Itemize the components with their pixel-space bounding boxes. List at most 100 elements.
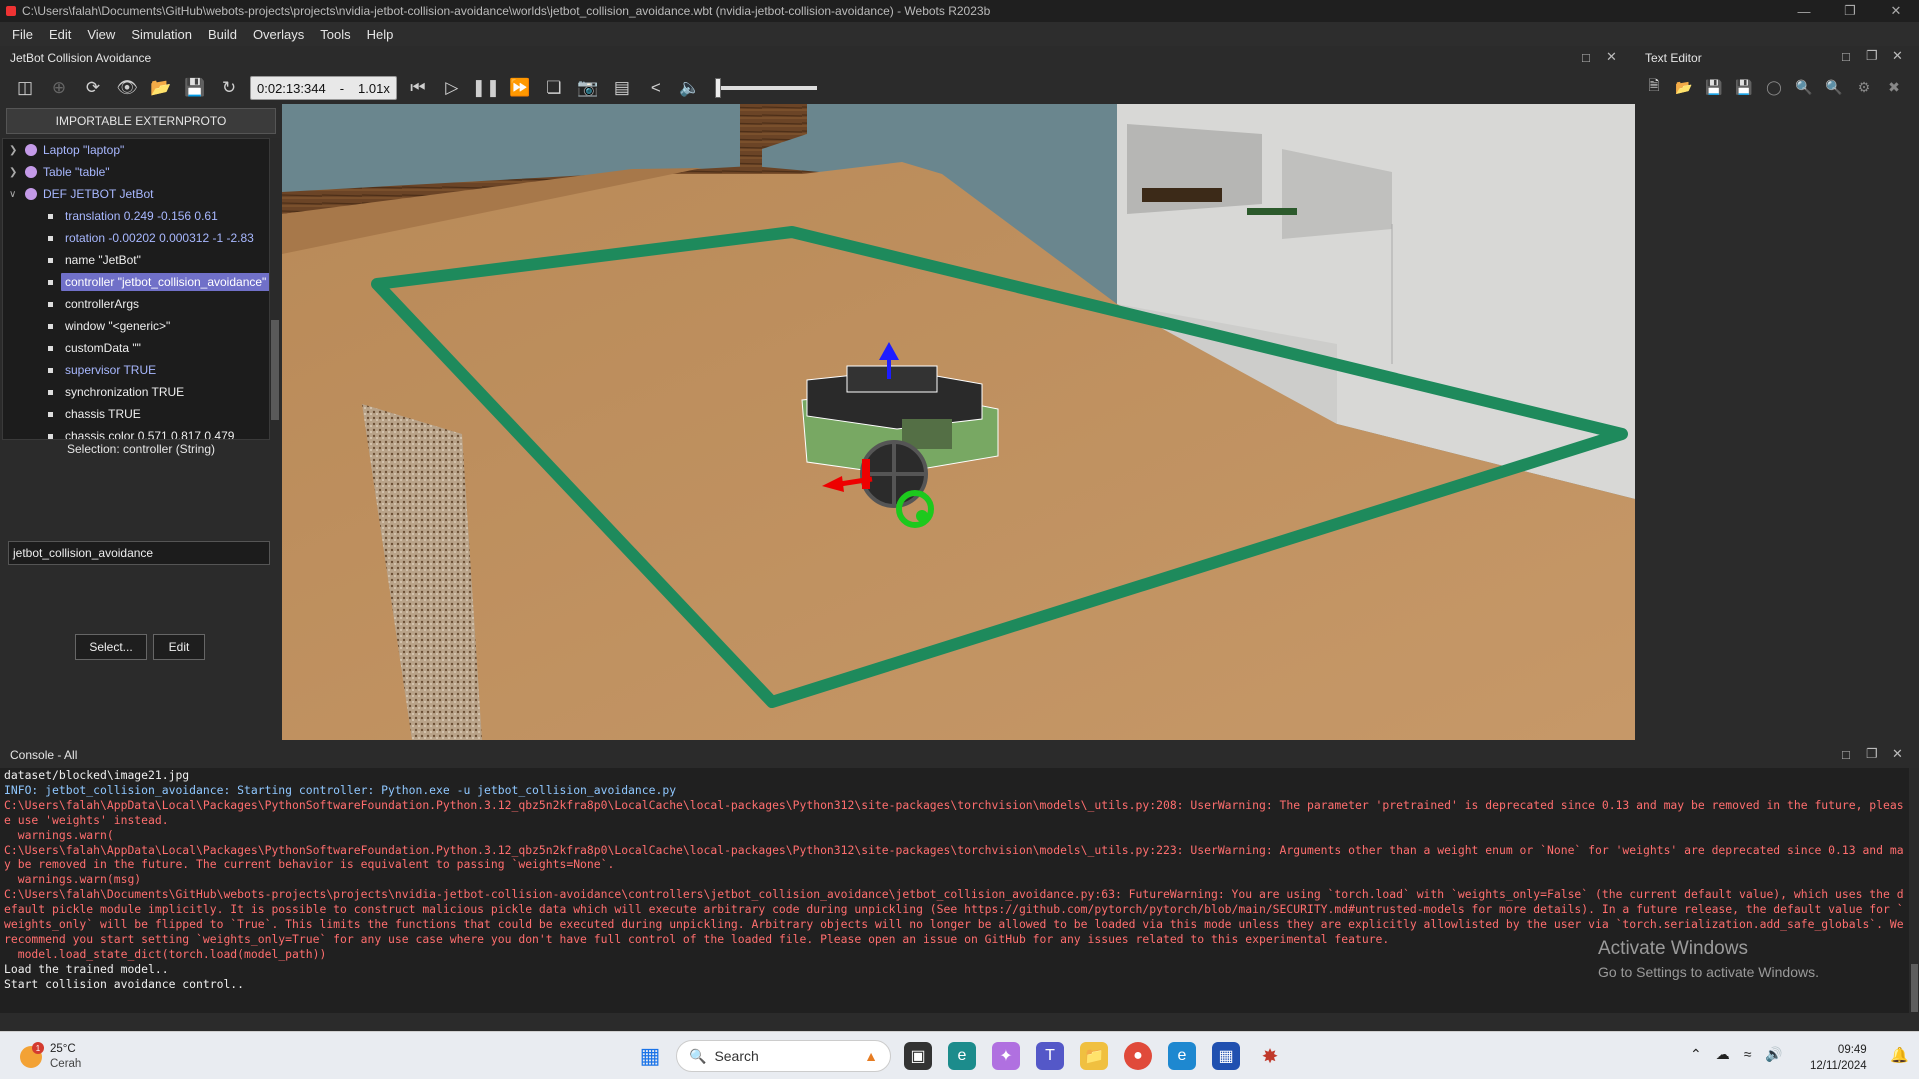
menu-edit[interactable]: Edit [41,27,79,42]
open-world-icon[interactable]: 📂 [144,74,178,102]
tree-field-translation[interactable]: translation 0.249 -0.156 0.61 [3,205,218,227]
task-view-icon[interactable]: ▣ [904,1042,932,1070]
restore-panel-icon[interactable]: ❐ [1866,48,1878,64]
collapse-arrow-icon[interactable]: ∨ [9,189,21,200]
maximize-button[interactable]: ❐ [1827,0,1873,22]
reload-world-icon[interactable]: ↻ [212,74,246,102]
teams-icon[interactable]: T [1036,1042,1064,1070]
console-scrollbar[interactable] [1910,768,1919,1013]
store-icon[interactable]: ▦ [1212,1042,1240,1070]
tree-field-customdata[interactable]: customData "" [3,337,141,359]
share-icon[interactable]: < [639,74,673,102]
tree-field-supervisor[interactable]: supervisor TRUE [3,359,156,381]
new-file-icon[interactable]: 🗎 [1640,74,1668,100]
show-hidden-icons-icon[interactable]: ⌃ [1690,1046,1702,1063]
edge-icon[interactable]: e [1168,1042,1196,1070]
chrome-icon[interactable]: ● [1124,1042,1152,1070]
mute-speaker-icon[interactable]: 🔈 [673,74,707,102]
tree-field-window[interactable]: window "<generic>" [3,315,170,337]
record-movie-icon[interactable]: ▤ [605,74,639,102]
console-title: Console - All [10,748,78,762]
float-panel-icon[interactable]: □ [1582,50,1590,65]
network-offline-icon[interactable]: ☁ [1716,1046,1730,1063]
tree-field-synchronization[interactable]: synchronization TRUE [3,381,184,403]
tree-field-rotation[interactable]: rotation -0.00202 0.000312 -1 -2.83 [3,227,254,249]
menu-build[interactable]: Build [200,27,245,42]
close-window-button[interactable]: ✕ [1873,0,1919,22]
visibility-eye-icon[interactable]: 👁 [110,74,144,102]
menu-tools[interactable]: Tools [312,27,358,42]
file-explorer-icon[interactable]: 📁 [1080,1042,1108,1070]
importable-externproto-button[interactable]: IMPORTABLE EXTERNPROTO [6,108,276,134]
tree-node-laptop[interactable]: ❯ Laptop "laptop" [3,139,124,161]
close-panel-icon[interactable]: ✕ [1606,49,1617,65]
close-panel-icon[interactable]: ✕ [1892,746,1903,762]
clock-time: 09:49 [1837,1044,1867,1056]
book-on-shelf [1142,188,1222,202]
view-mode-icon[interactable]: ❏ [537,74,571,102]
tree-field-controller[interactable]: controller "jetbot_collision_avoidance" [3,271,269,293]
volume-slider-handle[interactable] [714,78,721,98]
proto-node-icon [25,144,37,156]
float-panel-icon[interactable]: □ [1842,49,1850,64]
reload-node-icon[interactable]: ⟳ [76,74,110,102]
menu-simulation[interactable]: Simulation [123,27,200,42]
field-value-input[interactable]: jetbot_collision_avoidance [8,541,270,565]
float-panel-icon[interactable]: □ [1842,747,1850,762]
wifi-icon[interactable]: ≈ [1744,1046,1752,1063]
menu-help[interactable]: Help [359,27,402,42]
screenshot-camera-icon[interactable]: 📷 [571,74,605,102]
replace-icon[interactable]: 🔍 [1820,74,1848,100]
pause-icon[interactable]: ❚❚ [469,74,503,102]
close-panel-icon[interactable]: ✕ [1892,48,1903,64]
tree-node-table[interactable]: ❯ Table "table" [3,161,110,183]
menu-view[interactable]: View [79,27,123,42]
save-world-icon[interactable]: 💾 [178,74,212,102]
edge-dev-icon[interactable]: e [948,1042,976,1070]
revert-icon[interactable]: ◯ [1760,74,1788,100]
notification-bell-icon[interactable]: 🔔 [1890,1046,1909,1064]
expand-arrow-icon[interactable]: ❯ [9,167,21,178]
menu-overlays[interactable]: Overlays [245,27,312,42]
scrollbar-thumb[interactable] [271,320,279,420]
tree-field-chassis-color[interactable]: chassis color 0.571 0.817 0.479 [3,425,234,439]
clean-icon[interactable]: ✖ [1880,74,1908,100]
scene-tree-panel: IMPORTABLE EXTERNPROTO ❯ Laptop "laptop"… [0,104,282,740]
find-icon[interactable]: 🔍 [1790,74,1818,100]
save-file-icon[interactable]: 💾 [1700,74,1728,100]
window-frame-side [740,104,762,176]
volume-slider[interactable] [714,78,817,98]
field-bullet-icon [48,345,53,351]
save-all-icon[interactable]: 💾 [1730,74,1758,100]
tree-field-controllerargs[interactable]: controllerArgs [3,293,139,315]
select-button[interactable]: Select... [75,634,147,660]
tree-field-chassis[interactable]: chassis TRUE [3,403,141,425]
volume-icon[interactable]: 🔊 [1765,1046,1782,1063]
windows-start-icon[interactable]: ▦ [636,1042,664,1070]
edit-button[interactable]: Edit [153,634,205,660]
weather-widget[interactable]: 1 25°C Cerah [20,1042,81,1072]
expand-arrow-icon[interactable]: ❯ [9,145,21,156]
copilot-icon[interactable]: ✦ [992,1042,1020,1070]
restore-panel-icon[interactable]: ❐ [1866,746,1878,762]
taskbar-search[interactable]: 🔍 Search ▲ [676,1040,891,1072]
tree-node-jetbot[interactable]: ∨ DEF JETBOT JetBot [3,183,153,205]
add-node-icon[interactable]: ⊕ [42,74,76,102]
minimize-button[interactable]: — [1781,0,1827,22]
fast-forward-icon[interactable]: ⏩ [503,74,537,102]
build-gear-icon[interactable]: ⚙ [1850,74,1878,100]
webots-taskbar-icon[interactable]: ✸ [1256,1042,1284,1070]
text-editor-panel [1636,46,1919,740]
tree-field-name[interactable]: name "JetBot" [3,249,141,271]
step-icon[interactable]: ▷ [435,74,469,102]
taskbar-clock[interactable]: 09:49 12/11/2024 [1810,1042,1867,1074]
reset-simulation-icon[interactable]: ⏮ [401,74,435,102]
scene-tree: ❯ Laptop "laptop" ❯ Table "table" ∨ DEF … [2,138,270,440]
sim-time: 0:02:13:344 [257,80,326,96]
scene-tree-scrollbar[interactable] [270,138,280,440]
scrollbar-thumb[interactable] [1911,964,1918,1012]
menu-file[interactable]: File [4,27,41,42]
open-file-icon[interactable]: 📂 [1670,74,1698,100]
3d-viewport[interactable] [282,104,1635,740]
toggle-scene-tree-icon[interactable]: ◫ [8,74,42,102]
